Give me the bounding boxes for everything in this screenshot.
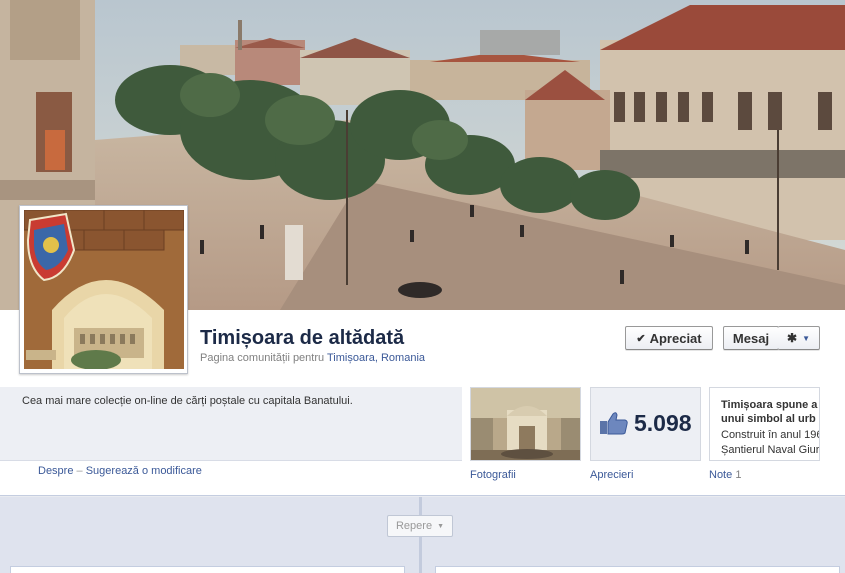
suggest-edit-link[interactable]: Sugerează o modificare — [86, 465, 202, 477]
message-label: Mesaj — [732, 330, 770, 346]
liked-label: Apreciat — [649, 330, 702, 346]
notes-label-group[interactable]: Note 1 — [709, 469, 741, 481]
note-excerpt: Construit în anul 196 Șantierul Naval Gi… — [721, 428, 820, 458]
milestones-dropdown[interactable]: Repere ▼ — [387, 515, 453, 537]
about-link[interactable]: Despre — [38, 465, 73, 477]
notes-app-tile[interactable]: Timișoara spune a unui simbol al urb Con… — [709, 387, 820, 461]
page-category: Pagina comunității pentru Timișoara, Rom… — [200, 352, 425, 364]
thumbs-up-icon — [600, 412, 628, 435]
about-links: Despre – Sugerează o modificare — [38, 465, 202, 477]
note-title: Timișoara spune a unui simbol al urb — [721, 398, 817, 426]
about-box: Cea mai mare colecție on-line de cărți p… — [0, 387, 462, 461]
link-separator: – — [76, 465, 83, 477]
profile-picture[interactable] — [19, 205, 188, 374]
timeline-post-left — [10, 566, 405, 573]
notes-label: Note — [709, 469, 733, 481]
liked-button[interactable]: ✔ Apreciat — [625, 326, 713, 350]
timeline-post-right — [435, 566, 840, 573]
note-excerpt-line: Construit în anul 196 — [721, 429, 820, 441]
likes-label[interactable]: Aprecieri — [590, 469, 633, 481]
photos-app-tile[interactable] — [470, 387, 581, 461]
location-link[interactable]: Timișoara, Romania — [327, 352, 425, 364]
caret-down-icon: ▼ — [437, 522, 444, 530]
photos-label[interactable]: Fotografii — [470, 469, 516, 481]
gear-icon: ✱ — [787, 331, 798, 345]
page-title: Timișoara de altădată — [200, 327, 405, 349]
note-excerpt-line: Șantierul Naval Giurg — [721, 444, 820, 456]
check-icon: ✔ — [636, 332, 646, 345]
note-title-line: Timișoara spune a — [721, 399, 818, 411]
about-description: Cea mai mare colecție on-line de cărți p… — [22, 395, 353, 407]
category-prefix: Pagina comunității pentru — [200, 352, 325, 364]
note-title-line: unui simbol al urb — [721, 413, 816, 425]
message-button[interactable]: Mesaj — [723, 326, 779, 350]
milestones-label: Repere — [395, 520, 433, 532]
facebook-page: Timișoara de altădată Pagina comunității… — [0, 0, 845, 573]
notes-count: 1 — [735, 469, 742, 481]
likes-app-tile[interactable]: 5.098 — [590, 387, 701, 461]
caret-down-icon: ▼ — [802, 333, 810, 343]
likes-count: 5.098 — [634, 410, 692, 436]
settings-dropdown-button[interactable]: ✱ ▼ — [778, 326, 820, 350]
